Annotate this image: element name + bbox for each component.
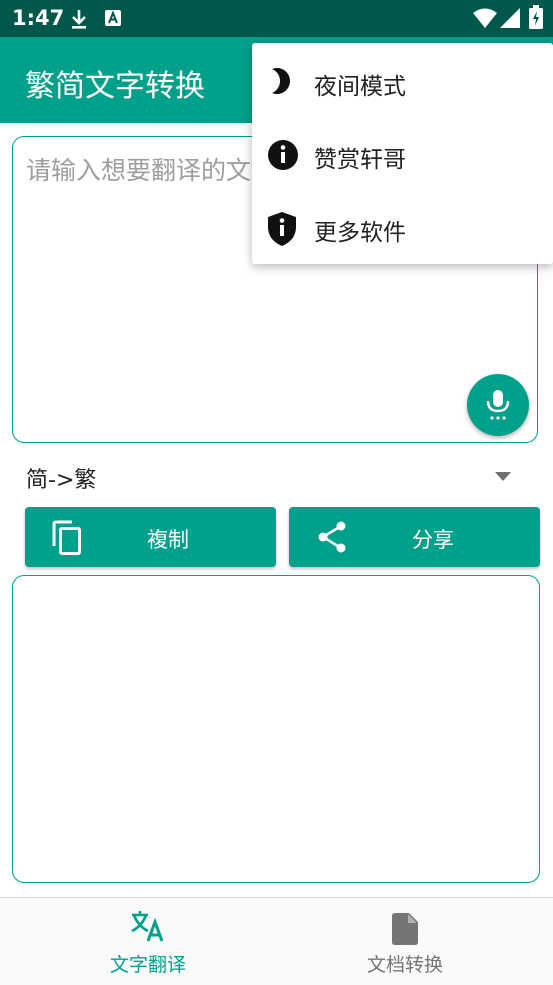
signal-icon [500,8,520,28]
download-icon [72,10,86,29]
battery-icon [529,5,543,29]
nav-text-translate[interactable]: 文字翻译 [10,898,286,985]
nav-text-translate-label: 文字翻译 [109,954,186,976]
status-bar: 1:47 [0,0,553,37]
copy-icon [52,520,81,555]
translate-icon [131,911,164,942]
microphone-icon [486,390,510,420]
menu-item-more-apps[interactable]: 更多软件 [252,191,553,264]
copy-button-label: 複制 [147,528,189,552]
moon-icon [272,68,290,94]
share-icon [318,521,346,553]
result-text-output[interactable] [12,575,540,883]
share-button[interactable]: 分享 [289,507,540,567]
status-time: 1:47 [12,6,65,30]
conversion-direction-value: 简->繁 [26,468,97,493]
menu-item-night-mode-label: 夜间模式 [314,74,406,100]
menu-item-donate-label: 赞赏轩哥 [314,147,406,173]
voice-input-button[interactable] [467,374,529,436]
conversion-direction-select[interactable]: 简->繁 [12,456,540,498]
menu-item-donate[interactable]: 赞赏轩哥 [252,118,553,191]
shield-info-icon [268,212,296,246]
copy-button[interactable]: 複制 [25,507,276,567]
app-title: 繁简文字转换 [25,69,205,104]
overflow-menu: 夜间模式 赞赏轩哥 更多软件 [252,43,553,264]
nav-doc-convert[interactable]: 文档转换 [267,898,543,985]
menu-item-more-apps-label: 更多软件 [314,220,406,246]
bottom-navigation: 文字翻译 文档转换 [0,897,553,985]
nav-doc-convert-label: 文档转换 [366,954,443,976]
share-button-label: 分享 [412,528,454,552]
menu-item-night-mode[interactable]: 夜间模式 [252,45,553,118]
input-placeholder: 请输入想要翻译的文 [26,156,252,185]
file-icon [392,913,418,945]
info-icon [268,140,298,170]
dropdown-arrow-icon [495,472,511,481]
wifi-icon [473,8,497,28]
a-icon [105,10,121,26]
